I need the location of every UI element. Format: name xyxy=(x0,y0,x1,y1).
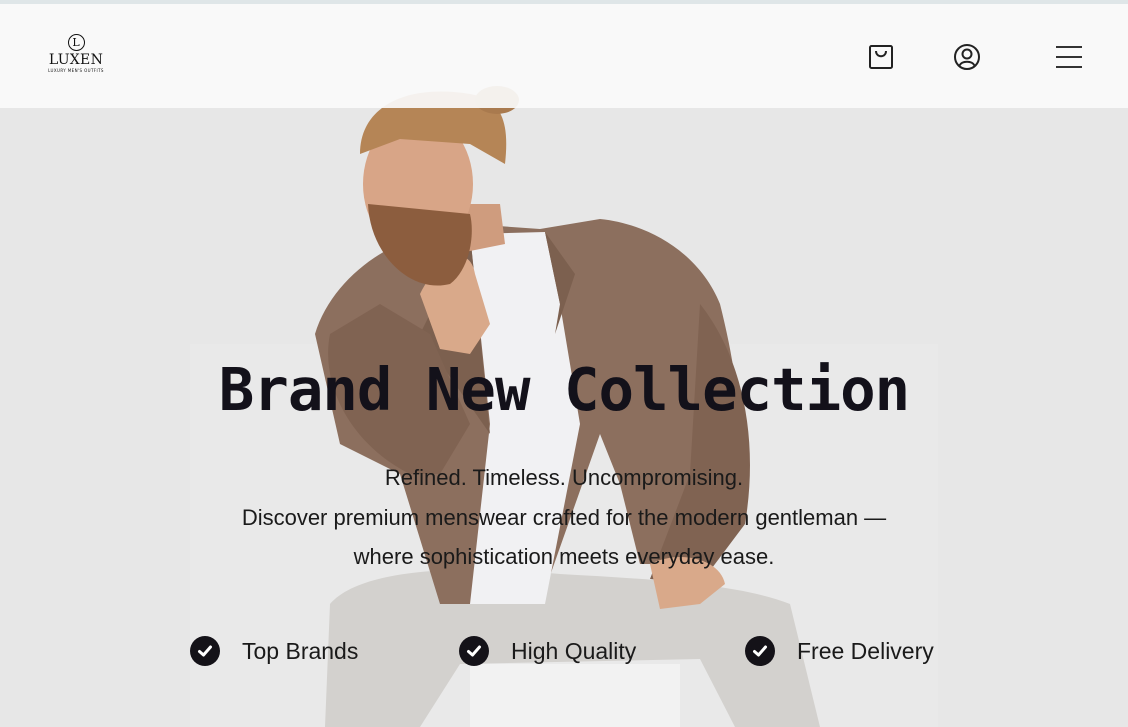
feature-free-delivery: Free Delivery xyxy=(745,634,934,668)
logo-mark: L xyxy=(67,34,85,51)
logo-name: LUXEN xyxy=(48,52,104,68)
feature-label: High Quality xyxy=(511,637,637,664)
hero-subtitle-line-1: Refined. Timeless. Uncompromising. xyxy=(384,465,744,490)
logo-tagline: LUXURY MEN'S OUTFITS xyxy=(48,68,104,73)
feature-high-quality: High Quality xyxy=(459,634,636,668)
hero-subtitle-line-2: Discover premium menswear crafted for th… xyxy=(241,505,887,530)
check-circle-icon xyxy=(745,636,775,666)
shopping-bag-icon[interactable] xyxy=(866,42,896,72)
feature-top-brands: Top Brands xyxy=(190,634,358,668)
check-circle-icon xyxy=(190,636,220,666)
hamburger-menu-icon[interactable] xyxy=(1054,42,1084,72)
feature-label: Free Delivery xyxy=(797,637,934,664)
site-header: L LUXEN LUXURY MEN'S OUTFITS xyxy=(0,4,1128,108)
hero-subtitle-line-3: where sophistication meets everyday ease… xyxy=(353,544,775,569)
user-circle-icon[interactable] xyxy=(952,42,982,72)
hero-headline: Brand New Collection xyxy=(218,355,910,424)
brand-logo[interactable]: L LUXEN LUXURY MEN'S OUTFITS xyxy=(40,34,112,84)
check-circle-icon xyxy=(459,636,489,666)
feature-label: Top Brands xyxy=(242,637,359,664)
